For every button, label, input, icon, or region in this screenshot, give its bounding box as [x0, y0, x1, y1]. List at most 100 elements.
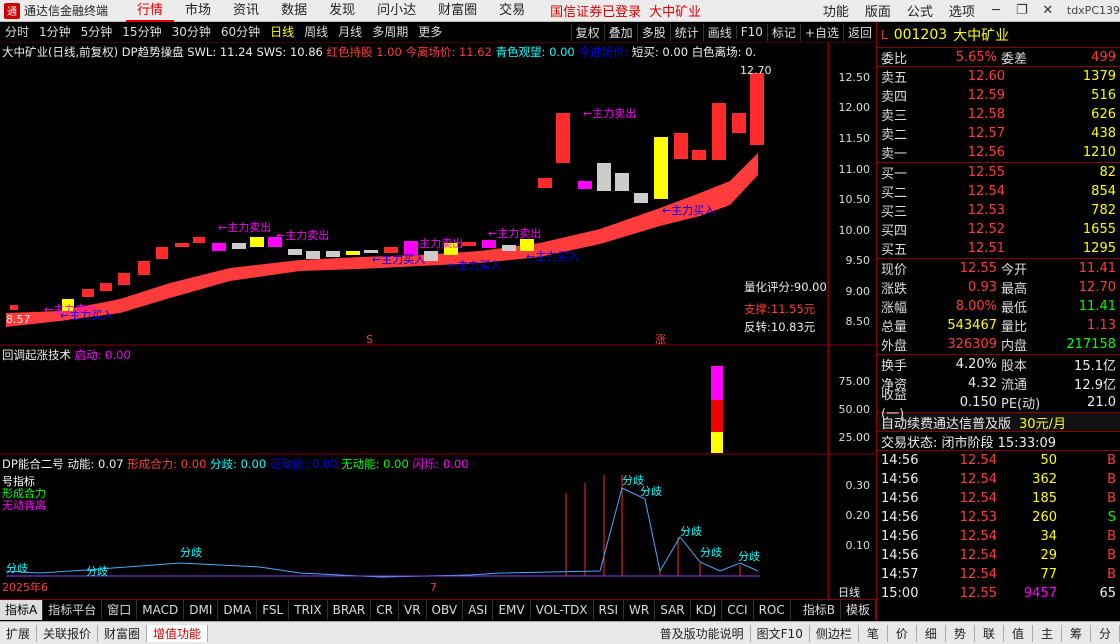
- status-expand[interactable]: 扩展: [0, 624, 38, 642]
- status-sidebar[interactable]: 侧边栏: [810, 624, 859, 642]
- minimize-icon[interactable]: ─: [983, 3, 1009, 18]
- indicator-tab[interactable]: VOL-TDX: [531, 599, 594, 620]
- period-more[interactable]: 更多: [413, 22, 447, 43]
- indicator-tab[interactable]: WR: [624, 599, 656, 620]
- menu-layout[interactable]: 版面: [857, 1, 899, 20]
- candle: [615, 173, 629, 191]
- menu-market[interactable]: 市场: [174, 0, 222, 22]
- promo-row[interactable]: 自动续费通达信普及版 30元/月: [877, 413, 1120, 432]
- period-60min[interactable]: 60分钟: [216, 22, 265, 43]
- app-title: 通达信金融终端: [24, 4, 109, 18]
- menu-data[interactable]: 数据: [270, 0, 318, 22]
- indicator-tab[interactable]: 指标B: [798, 599, 841, 620]
- side-key[interactable]: 价: [888, 624, 917, 642]
- indicator-tab[interactable]: KDJ: [691, 599, 723, 620]
- indicator-tab[interactable]: DMA: [218, 599, 258, 620]
- level-price: 12.58: [967, 107, 1005, 122]
- menu-news[interactable]: 资讯: [222, 0, 270, 22]
- indicator-tab[interactable]: DMI: [184, 599, 219, 620]
- period-fenshi[interactable]: 分时: [0, 22, 34, 43]
- indicator-tab[interactable]: EMV: [493, 599, 531, 620]
- menu-options[interactable]: 选项: [941, 1, 983, 20]
- restore-icon[interactable]: ❐: [1009, 3, 1035, 18]
- indicator-tab[interactable]: VR: [399, 599, 427, 620]
- diverge-label: 分歧: [640, 485, 662, 498]
- tool-back[interactable]: 返回: [842, 23, 876, 41]
- tool-multi[interactable]: 多股: [636, 23, 670, 41]
- period-15min[interactable]: 15分钟: [117, 22, 166, 43]
- tick-direction: B: [1107, 567, 1116, 582]
- side-key[interactable]: 值: [1004, 624, 1033, 642]
- close-icon[interactable]: ✕: [1035, 3, 1061, 18]
- menu-wealth[interactable]: 财富圈: [427, 0, 488, 22]
- menu-formula[interactable]: 公式: [899, 1, 941, 20]
- panel3-axis: 0.30 0.20 0.10: [828, 454, 876, 599]
- period-30min[interactable]: 30分钟: [167, 22, 216, 43]
- menu-discover[interactable]: 发现: [318, 0, 366, 22]
- indicator-tab[interactable]: CCI: [722, 599, 754, 620]
- status-addon[interactable]: 增值功能: [147, 624, 209, 642]
- promo-text[interactable]: 自动续费通达信普及版: [881, 413, 1011, 432]
- status-f10[interactable]: 图文F10: [751, 624, 810, 642]
- side-key[interactable]: 主: [1033, 624, 1062, 642]
- period-1min[interactable]: 1分钟: [34, 22, 76, 43]
- level-label: 买一: [881, 167, 908, 182]
- indicator-tab[interactable]: BRAR: [328, 599, 372, 620]
- indicator-tab[interactable]: ROC: [754, 599, 791, 620]
- tool-overlay[interactable]: 叠加: [603, 23, 637, 41]
- menu-function[interactable]: 功能: [815, 1, 857, 20]
- indicator-tab[interactable]: 窗口: [102, 599, 138, 620]
- side-key[interactable]: 筹: [1062, 624, 1091, 642]
- menu-ask[interactable]: 问小达: [366, 0, 427, 22]
- period-monthly[interactable]: 月线: [333, 22, 367, 43]
- panel3-p5: 无动能: 0.00: [341, 457, 409, 471]
- indicator-tab[interactable]: MACD: [137, 599, 185, 620]
- tool-adjust[interactable]: 复权: [570, 23, 604, 41]
- panel2-axis: 75.00 50.00 25.00: [828, 345, 876, 454]
- status-related[interactable]: 关联报价: [37, 624, 99, 642]
- indicator-tab[interactable]: 模板: [841, 599, 876, 620]
- level-price: 12.51: [967, 241, 1005, 256]
- tool-stats[interactable]: 统计: [669, 23, 703, 41]
- indicator-legend: 无动背离: [2, 498, 46, 512]
- menu-trade[interactable]: 交易: [488, 0, 536, 22]
- tool-mark[interactable]: 标记: [766, 23, 800, 41]
- tool-add-fav[interactable]: +自选: [799, 23, 843, 41]
- indicator-tab[interactable]: FSL: [257, 599, 290, 620]
- indicator-tab[interactable]: ASI: [463, 599, 494, 620]
- tool-draw[interactable]: 画线: [702, 23, 736, 41]
- menu-quotes[interactable]: 行情: [126, 0, 175, 22]
- period-daily[interactable]: 日线: [265, 22, 299, 43]
- indicator-tab[interactable]: 指标平台: [43, 599, 103, 620]
- diverge-label: 分歧: [680, 525, 702, 538]
- login-status[interactable]: 国信证券已登录: [550, 1, 641, 20]
- indicator-tab[interactable]: RSI: [594, 599, 625, 620]
- red-hold: 红色持股 1.00: [326, 45, 402, 59]
- tool-f10[interactable]: F10: [735, 25, 767, 39]
- indicator-tab[interactable]: TRIX: [289, 599, 328, 620]
- status-help[interactable]: 普及版功能说明: [654, 624, 751, 642]
- side-key[interactable]: 分: [1091, 624, 1120, 642]
- status-wealth[interactable]: 财富圈: [98, 624, 148, 642]
- chart-area[interactable]: 12.70 8.57 ←主力卖出 ←主力卖出 ←主力卖出 ←主力卖出 ←主力卖出…: [0, 43, 876, 599]
- period-multi[interactable]: 多周期: [367, 22, 413, 43]
- indicator-tab[interactable]: CR: [371, 599, 399, 620]
- kline-svg[interactable]: 12.70 8.57 ←主力卖出 ←主力卖出 ←主力卖出 ←主力卖出 ←主力卖出…: [0, 43, 876, 599]
- indicator-tab[interactable]: SAR: [655, 599, 691, 620]
- indicator-tab[interactable]: OBV: [427, 599, 464, 620]
- stat-row: 收益(一) 0.150 PE(动) 21.0: [877, 388, 1120, 422]
- y-tick: 12.00: [838, 101, 871, 114]
- side-key[interactable]: 笔: [859, 624, 888, 642]
- candle: [250, 237, 264, 247]
- period-5min[interactable]: 5分钟: [76, 22, 118, 43]
- buy-signal: ←主力买入: [372, 253, 425, 266]
- side-key[interactable]: 势: [946, 624, 975, 642]
- order-book-row: 买二 12.54 854: [877, 182, 1120, 201]
- side-key[interactable]: 联: [975, 624, 1004, 642]
- side-key[interactable]: 细: [917, 624, 946, 642]
- panel3-p2: 形成合力: 0.00: [127, 457, 207, 471]
- tick-volume: 9457: [1023, 586, 1057, 601]
- period-weekly[interactable]: 周线: [299, 22, 333, 43]
- indicator-tab[interactable]: 指标A: [0, 599, 44, 620]
- promo-price[interactable]: 30元/月: [1019, 413, 1066, 432]
